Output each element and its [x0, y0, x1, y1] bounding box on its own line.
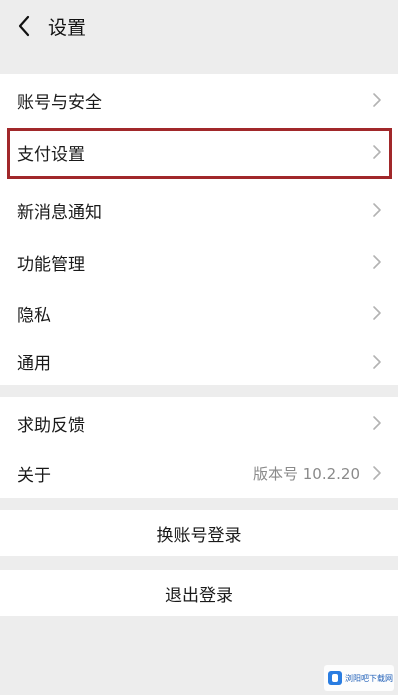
- chevron-right-icon: [373, 466, 381, 480]
- chevron-right-icon: [373, 306, 381, 320]
- chevron-right-icon: [373, 255, 381, 269]
- settings-item-features[interactable]: 功能管理: [0, 236, 398, 288]
- settings-item-label: 功能管理: [17, 254, 85, 275]
- site-logo-icon: [328, 671, 342, 685]
- settings-group-main: 账号与安全 支付设置 新消息通知 功能管理 隐私 通用: [0, 74, 398, 385]
- settings-item-label: 账号与安全: [17, 92, 102, 113]
- settings-item-account-security[interactable]: 账号与安全: [0, 74, 398, 126]
- settings-item-label: 支付设置: [17, 144, 85, 165]
- settings-item-label: 新消息通知: [17, 202, 102, 223]
- chevron-right-icon: [373, 354, 381, 369]
- app-header: 设置: [0, 0, 398, 52]
- chevron-right-icon: [373, 145, 381, 159]
- settings-item-general[interactable]: 通用: [0, 338, 398, 385]
- settings-item-label: 通用: [17, 354, 51, 374]
- watermark: 浏阳吧下载网: [324, 665, 394, 691]
- settings-item-label: 关于: [17, 465, 51, 486]
- chevron-right-icon: [373, 416, 381, 430]
- settings-item-notifications[interactable]: 新消息通知: [0, 184, 398, 236]
- back-button[interactable]: [2, 0, 46, 52]
- chevron-left-icon: [18, 15, 30, 37]
- settings-item-privacy[interactable]: 隐私: [0, 287, 398, 339]
- watermark-text: 浏阳吧下载网: [345, 673, 393, 683]
- page-title: 设置: [48, 16, 87, 39]
- chevron-right-icon: [373, 93, 381, 107]
- version-value: 版本号 10.2.20: [252, 464, 360, 483]
- settings-item-about[interactable]: 关于 版本号 10.2.20: [0, 448, 398, 498]
- logout-button[interactable]: 退出登录: [0, 570, 398, 616]
- settings-item-payment[interactable]: 支付设置: [0, 126, 398, 178]
- settings-item-label: 求助反馈: [17, 415, 85, 436]
- settings-item-label: 隐私: [17, 305, 51, 326]
- switch-account-button[interactable]: 换账号登录: [0, 510, 398, 556]
- settings-group-help: 求助反馈 关于 版本号 10.2.20: [0, 397, 398, 498]
- chevron-right-icon: [373, 203, 381, 217]
- settings-item-feedback[interactable]: 求助反馈: [0, 397, 398, 449]
